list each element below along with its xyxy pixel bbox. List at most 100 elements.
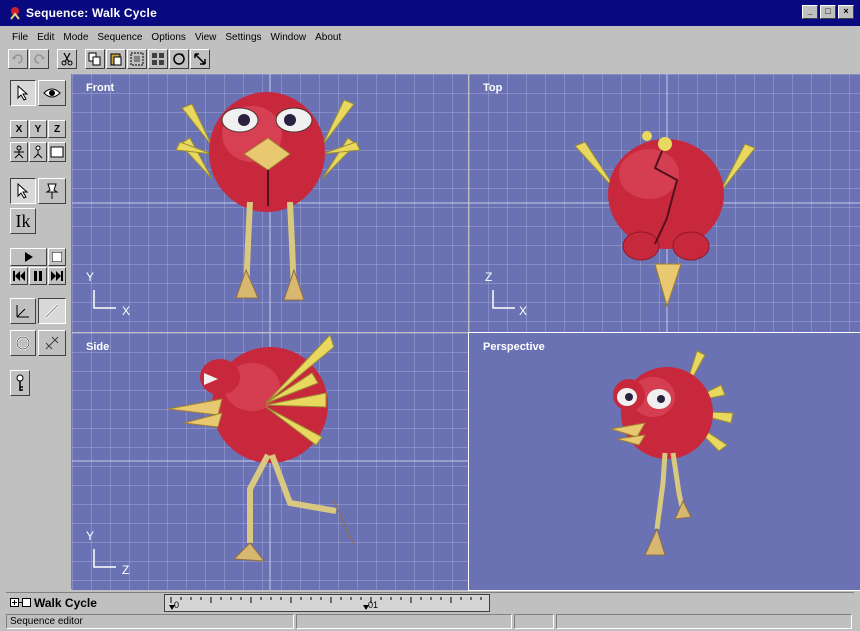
axis-label-top-x: X [519,304,528,318]
skeleton-select-tool[interactable] [29,142,47,162]
redo-icon [34,54,45,64]
timeline-tick-label-0: 0 [174,600,180,610]
rotate-tool[interactable] [10,330,36,356]
arrow-cursor-icon [17,85,29,101]
key-tool[interactable] [10,370,30,396]
pause-icon [34,271,42,281]
axis-label-side-y: Y [86,529,95,543]
stop-button[interactable] [48,248,66,266]
front-view-canvas [72,74,468,332]
menu-about[interactable]: About [315,32,341,43]
pointer-tool[interactable] [10,178,36,204]
sequence-window: Sequence: Walk Cycle _ □ × File Edit Mod… [0,0,860,631]
redo-button[interactable] [29,49,49,69]
cut-button[interactable] [57,49,77,69]
grid-button[interactable] [148,49,168,69]
menu-edit[interactable]: Edit [37,32,54,43]
arrow-cursor-icon [17,183,29,199]
rotate-view-button[interactable] [169,49,189,69]
timeline-header[interactable]: Walk Cycle [10,596,97,610]
menu-sequence[interactable]: Sequence [97,32,142,43]
status-panel-4 [556,614,852,629]
timeline-ruler[interactable]: 0 01 [164,594,490,612]
axis-label-side-z: Z [122,563,130,577]
play-button[interactable] [10,248,47,266]
undo-icon [12,54,23,64]
viewport-front[interactable]: Front Y X [72,74,468,332]
bone-tool[interactable] [38,298,66,324]
grid-icon [152,53,164,65]
menu-mode[interactable]: Mode [63,32,88,43]
timeline-tick-label-1: 01 [368,600,379,610]
minimize-button[interactable]: _ [802,5,818,19]
copy-button[interactable] [85,49,105,69]
copy-icon [88,52,101,66]
axis-z-button[interactable]: Z [48,120,66,138]
move-view-icon [194,53,206,65]
axis-x-button[interactable]: X [10,120,28,138]
frame-icon [50,146,64,158]
move-view-button[interactable] [190,49,210,69]
tree-expand-icon [10,598,31,607]
bird-model-side [167,334,355,562]
menu-options[interactable]: Options [151,32,185,43]
window-title: Sequence: Walk Cycle [26,6,157,20]
viewport-perspective[interactable]: Perspective [468,332,860,591]
axis-label-top-z: Z [485,270,493,284]
axis-label-front-y: Y [86,270,95,284]
status-panel-2 [296,614,512,629]
menu-settings[interactable]: Settings [225,32,261,43]
menu-bar: File Edit Mode Sequence Options View Set… [0,28,860,46]
translate-tool[interactable] [38,330,66,356]
status-panel-3 [514,614,554,629]
maximize-button[interactable]: □ [820,5,836,19]
status-text: Sequence editor [6,614,294,629]
select-tool[interactable] [10,80,36,106]
axis-gizmo-front [93,290,116,309]
close-button[interactable]: × [838,5,854,19]
skeleton-icon [14,145,24,159]
joint-icon [16,305,29,318]
undo-button[interactable] [8,49,28,69]
pause-button[interactable] [29,267,47,285]
viewport-top[interactable]: Top Z X [469,74,860,332]
joint-tool[interactable] [10,298,36,324]
select-all-icon [130,52,144,66]
stop-icon [52,252,62,262]
side-view-canvas [72,333,468,590]
axis-gizmo-side [93,549,116,568]
bird-model-front [175,92,361,301]
fast-forward-icon [51,271,63,281]
axis-label-front-x: X [122,304,131,318]
menu-file[interactable]: File [12,32,28,43]
title-bar[interactable]: Sequence: Walk Cycle _ □ × [0,0,860,26]
top-view-canvas [469,74,860,332]
fast-forward-button[interactable] [48,267,66,285]
pin-icon [45,183,59,199]
timeline-ticks [169,597,482,610]
skeleton-tool[interactable] [10,142,28,162]
pin-tool[interactable] [38,178,66,204]
bone-icon [44,303,60,319]
axis-gizmo-top [492,290,515,309]
rewind-button[interactable] [10,267,28,285]
ik-tool[interactable]: Ik [10,208,36,234]
menu-view[interactable]: View [195,32,217,43]
bird-model-top [574,131,756,308]
toolbar [8,47,210,71]
select-all-button[interactable] [127,49,147,69]
perspective-view-canvas [610,350,734,556]
menu-window[interactable]: Window [271,32,307,43]
status-bar: Sequence editor [6,614,854,630]
axis-y-button[interactable]: Y [29,120,47,138]
paste-icon [110,53,122,66]
cut-icon [61,52,73,66]
bird-model-perspective [610,350,734,556]
tool-panel: X Y Z Ik [6,74,72,589]
frame-tool[interactable] [48,142,66,162]
paste-button[interactable] [106,49,126,69]
rewind-icon [13,271,25,281]
eye-icon [43,88,61,98]
view-tool[interactable] [38,80,66,106]
viewport-side[interactable]: Side Y Z [72,333,468,590]
